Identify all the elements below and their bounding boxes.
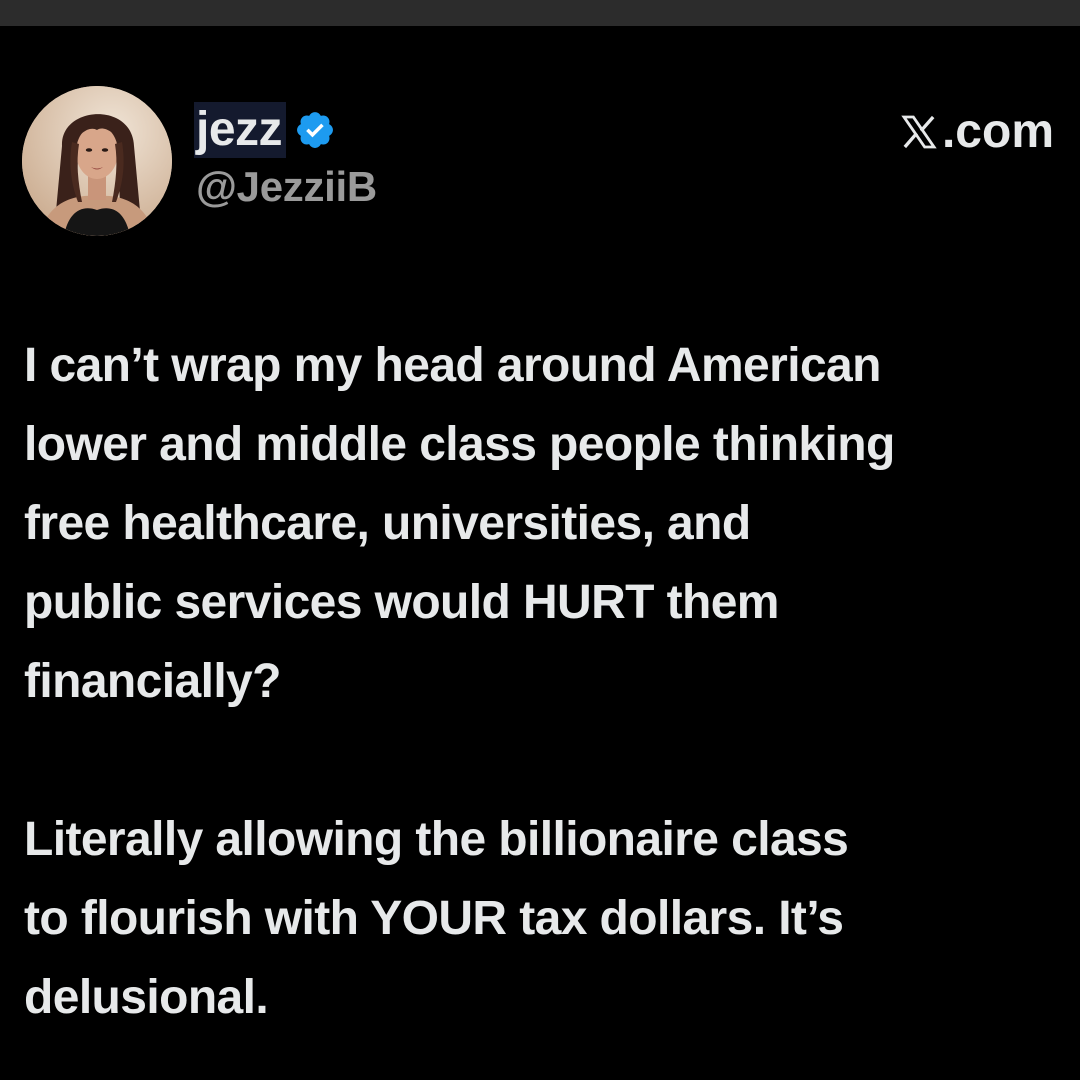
post-line: free healthcare, universities, and xyxy=(24,497,751,550)
author-name-row: jezz xyxy=(194,100,336,160)
avatar-photo-icon xyxy=(22,86,172,236)
brand-label: .com xyxy=(898,104,1054,160)
display-name[interactable]: jezz xyxy=(194,102,287,158)
top-bar xyxy=(0,0,1080,26)
avatar[interactable] xyxy=(22,86,172,236)
post-line: delusional. xyxy=(24,971,269,1024)
x-logo-icon xyxy=(901,115,937,149)
verified-badge-icon xyxy=(297,112,333,148)
post-screenshot: jezz @JezziiB .com I can’t wrap my head … xyxy=(0,0,1080,1080)
brand-domain-text: .com xyxy=(941,105,1054,158)
post-paragraph-2: Literally allowing the billionaire class… xyxy=(24,800,1080,1037)
post-line: Literally allowing the billionaire class xyxy=(24,813,849,866)
post-line: lower and middle class people thinking xyxy=(24,418,895,471)
post-text: I can’t wrap my head around American low… xyxy=(24,326,1080,1037)
post-line: financially? xyxy=(24,655,281,708)
post-line: public services would HURT them xyxy=(24,576,779,629)
post-paragraph-1: I can’t wrap my head around American low… xyxy=(24,326,1080,721)
post-line: to flourish with YOUR tax dollars. It’s xyxy=(24,892,844,945)
post-line: I can’t wrap my head around American xyxy=(24,339,881,392)
author-handle[interactable]: @JezziiB xyxy=(196,162,377,212)
